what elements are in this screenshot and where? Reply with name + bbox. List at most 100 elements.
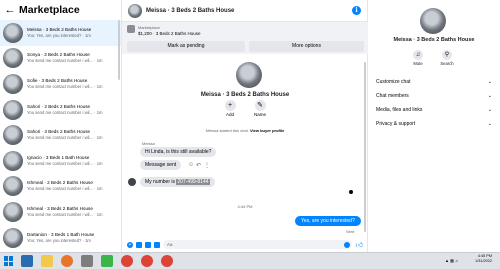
- conversation-item[interactable]: Dartanion · 3 Beds 1 Bath House You: Yes,…: [0, 225, 121, 251]
- preview-text: You send me contact number i wil...: [27, 211, 93, 217]
- conversation-item[interactable]: Sahori · 3 Beds 2 Baths House You send me…: [0, 122, 121, 148]
- conversation-item[interactable]: Ignacio · 3 Beds 1 Bath House You send me…: [0, 148, 121, 174]
- view-buyer-profile-link[interactable]: View buyer profile: [250, 128, 284, 133]
- avatar[interactable]: [128, 3, 142, 18]
- name-label: Name: [253, 112, 266, 117]
- conversation-text: Ignacio · 3 Beds 1 Bath House You send me…: [27, 155, 103, 167]
- conversation-item[interactable]: Meissa · 3 Beds 2 Baths House You: Yes, a…: [0, 20, 121, 46]
- emoji-react-icon[interactable]: ☺: [188, 162, 194, 168]
- avatar[interactable]: [128, 178, 136, 186]
- conversation-preview: You send me contact number i wil... · 1m: [27, 160, 103, 166]
- avatar[interactable]: [3, 201, 23, 222]
- sidebar-header: ← Marketplace: [0, 0, 121, 20]
- more-options-button[interactable]: More options: [249, 41, 364, 52]
- avatar[interactable]: [3, 227, 23, 248]
- more-vertical-icon[interactable]: ⋮: [204, 162, 210, 169]
- thumbs-up-icon[interactable]: 👍︎: [356, 240, 363, 249]
- conversation-text: Ishmeal · 3 Beds 2 Baths House You send m…: [27, 206, 103, 218]
- info-section-row[interactable]: Customize chat ⌄: [376, 76, 492, 88]
- app-icon[interactable]: [101, 255, 113, 267]
- avatar[interactable]: [3, 22, 23, 43]
- emoji-icon[interactable]: [343, 241, 350, 248]
- conversation-text: Dartanion · 3 Beds 1 Bath House You: Yes,…: [27, 232, 94, 244]
- app-icon[interactable]: [81, 255, 93, 267]
- conversation-text: Sahori · 3 Beds 2 Baths House You send me…: [27, 129, 103, 141]
- incoming-message[interactable]: My number is 207-499-8144: [140, 177, 215, 187]
- plus-circle-icon[interactable]: +: [127, 241, 133, 248]
- search-button[interactable]: ⚲ Search: [438, 50, 456, 66]
- mute-button[interactable]: ♫ Mute: [409, 50, 427, 66]
- sticker-icon[interactable]: [145, 241, 151, 248]
- conversation-item[interactable]: Ishmeal · 2 Beds 2 Baths House You send m…: [0, 174, 121, 200]
- info-section-row[interactable]: Privacy & support ⌄: [376, 118, 492, 130]
- listing-banner: Marketplace $1,200 · 3 Beds 2 Baths Hous…: [122, 22, 368, 54]
- listing-thumbnail[interactable]: [127, 25, 135, 33]
- reply-icon[interactable]: ↶: [196, 162, 201, 169]
- gif-icon[interactable]: [154, 241, 160, 248]
- avatar[interactable]: [3, 176, 23, 197]
- taskbar-clock[interactable]: 4:45 PM 1/31/2022: [475, 254, 492, 264]
- avatar[interactable]: [3, 48, 23, 69]
- chrome-icon[interactable]: [161, 255, 173, 267]
- info-name: Meissa · 3 Beds 2 Baths House: [393, 37, 475, 43]
- conversation-preview: You send me contact number i wil... · 1m: [27, 186, 103, 192]
- pencil-icon: ✎: [254, 100, 266, 111]
- conversation-preview: You send me contact number i wil... · 1m: [27, 83, 103, 89]
- avatar[interactable]: [3, 73, 23, 94]
- conversation-item[interactable]: Ishmeal · 3 Beds 2 Baths House You send m…: [0, 199, 121, 225]
- chat-header[interactable]: Meissa · 3 Beds 2 Baths House i: [122, 0, 367, 22]
- preview-time: 1m: [96, 109, 103, 115]
- chat-title[interactable]: Meissa · 3 Beds 2 Baths House: [146, 8, 234, 14]
- info-section-row[interactable]: Media, files and links ⌄: [376, 104, 492, 116]
- sender-name: Meissa: [142, 141, 155, 146]
- conversation-item[interactable]: Sofie · 3 Beds 2 Baths House You send me …: [0, 71, 121, 97]
- chevron-down-icon: ⌄: [487, 93, 492, 99]
- internet-explorer-icon[interactable]: [21, 255, 33, 267]
- preview-time: 1m: [96, 58, 103, 64]
- section-label: Privacy & support: [376, 121, 416, 127]
- avatar[interactable]: [3, 99, 23, 120]
- incoming-message[interactable]: Message sent: [140, 160, 182, 170]
- preview-time: 1m: [96, 135, 103, 141]
- profile-avatar[interactable]: [236, 62, 262, 88]
- message-composer: + Aa 👍︎: [122, 237, 368, 252]
- add-friend-button[interactable]: + Add: [222, 100, 238, 117]
- info-section-row[interactable]: Chat members ⌄: [376, 90, 492, 102]
- conversation-text: Ishmeal · 2 Beds 2 Baths House You send m…: [27, 180, 103, 192]
- conversation-text: Meissa · 3 Beds 2 Baths House You: Yes, a…: [27, 27, 91, 39]
- sidebar-scrollbar[interactable]: [118, 20, 120, 80]
- system-tray-icons[interactable]: ▲ ▩ ♫: [445, 258, 458, 263]
- info-avatar[interactable]: [420, 8, 446, 34]
- conversation-text: Sofie · 3 Beds 2 Baths House You send me …: [27, 78, 103, 90]
- listing-price-title[interactable]: $1,200 · 3 Beds 2 Baths House: [138, 31, 201, 36]
- info-icon[interactable]: i: [352, 6, 361, 15]
- chrome-icon[interactable]: [141, 255, 153, 267]
- outgoing-message[interactable]: Yes, are you interested?: [295, 216, 361, 226]
- chat-scrollbar[interactable]: [364, 62, 366, 232]
- name-button[interactable]: ✎ Name: [252, 100, 268, 117]
- chat-started-notice: Meissa started this chat. View buyer pro…: [122, 128, 368, 133]
- section-label: Media, files and links: [376, 107, 423, 113]
- chat-panel: Meissa · 3 Beds 2 Baths House i Marketpl…: [122, 0, 368, 252]
- incoming-message[interactable]: Hi Linda, is this still available?: [140, 147, 217, 157]
- windows-start-icon[interactable]: [4, 256, 14, 266]
- messenger-app: ← Marketplace Meissa · 3 Beds 2 Baths Ho…: [0, 0, 500, 252]
- conversation-preview: You: Yes, are you interested? · 1m: [27, 32, 91, 38]
- file-explorer-icon[interactable]: [41, 255, 53, 267]
- sidebar-title: Marketplace: [19, 4, 80, 16]
- preview-time: 1m: [85, 237, 91, 243]
- conversation-item[interactable]: Sahori · 2 Beds 2 Baths House You send me…: [0, 97, 121, 123]
- firefox-icon[interactable]: [61, 255, 73, 267]
- chrome-icon[interactable]: [121, 255, 133, 267]
- conversation-item[interactable]: Sonya · 3 Beds 2 Baths House You send me …: [0, 46, 121, 72]
- preview-text: You send me contact number i wil...: [27, 135, 93, 141]
- message-input[interactable]: Aa: [163, 240, 352, 249]
- avatar[interactable]: [3, 150, 23, 171]
- phone-number-highlight[interactable]: 207-499-8144: [176, 179, 210, 185]
- image-icon[interactable]: [136, 241, 142, 248]
- bell-icon: ♫: [413, 50, 423, 60]
- mark-as-pending-button[interactable]: Mark as pending: [127, 41, 245, 52]
- arrow-left-icon[interactable]: ←: [4, 4, 16, 16]
- avatar[interactable]: [3, 125, 23, 146]
- preview-time: 1m: [96, 211, 103, 217]
